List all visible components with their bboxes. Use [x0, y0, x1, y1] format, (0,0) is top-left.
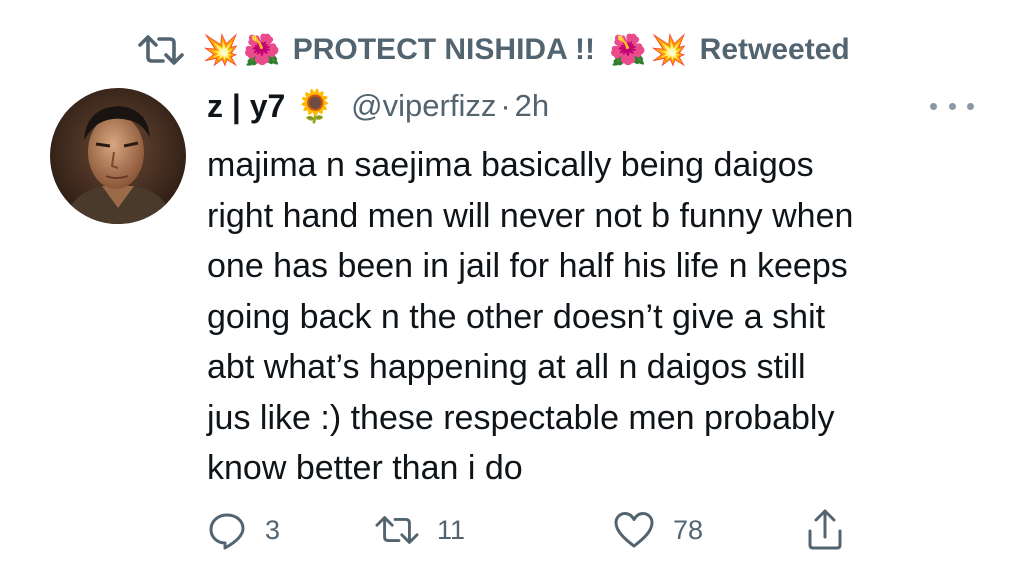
tweet-text-line: majima n saejima basically being daigos	[207, 146, 814, 184]
share-icon	[808, 509, 842, 550]
reply-icon	[209, 513, 245, 550]
hibiscus-emoji: 🌺	[243, 33, 281, 67]
retweet-icon	[375, 516, 419, 544]
retweet-context: 💥 🌺 PROTECT NISHIDA !! 🌺 💥 Retweeted	[138, 28, 850, 72]
tweet-header: z | y7 🌻 @viperfizz · 2h	[207, 84, 549, 128]
tweet-text-line: abt what’s happening at all n daigos sti…	[207, 348, 806, 386]
tweet-text-line: jus like :) these respectable men probab…	[207, 398, 835, 437]
display-name[interactable]: z | y7	[207, 88, 285, 125]
avatar[interactable]	[50, 88, 186, 224]
more-options-button[interactable]	[930, 96, 974, 116]
timestamp[interactable]: 2h	[515, 88, 549, 124]
more-icon	[967, 102, 974, 110]
share-button[interactable]	[805, 508, 845, 552]
tweet-text-line: going back n the other doesn’t give a sh…	[207, 297, 826, 336]
tweet-text-line: right hand men will never not b funny wh…	[207, 196, 854, 235]
tweet-text-line: one has been in jail for half his life n…	[207, 247, 848, 285]
like-button[interactable]: 78	[613, 508, 703, 552]
retweeted-label: Retweeted	[699, 33, 850, 66]
retweeter-name[interactable]: PROTECT NISHIDA !!	[293, 33, 595, 67]
reply-count: 3	[265, 514, 281, 545]
heart-icon	[614, 512, 654, 548]
reply-button[interactable]: 3	[207, 508, 280, 552]
more-icon	[948, 102, 956, 110]
handle[interactable]: @viperfizz	[351, 88, 496, 124]
avatar-image	[50, 88, 186, 224]
retweet-icon	[138, 35, 184, 65]
sunflower-emoji: 🌻	[295, 88, 336, 124]
separator-dot: ·	[500, 88, 511, 123]
more-icon	[930, 102, 937, 110]
hibiscus-emoji: 🌺	[608, 33, 647, 67]
tweet-text-line: know better than i do	[207, 449, 523, 487]
collision-emoji: 💥	[650, 33, 688, 67]
retweet-button[interactable]: 11	[375, 508, 465, 552]
tweet-actions: 3 11 78	[207, 508, 847, 552]
tweet-text: majima n saejima basically being daigos …	[207, 140, 1007, 494]
retweet-count: 11	[437, 514, 466, 545]
collision-emoji: 💥	[202, 33, 240, 67]
like-count: 78	[673, 514, 704, 545]
